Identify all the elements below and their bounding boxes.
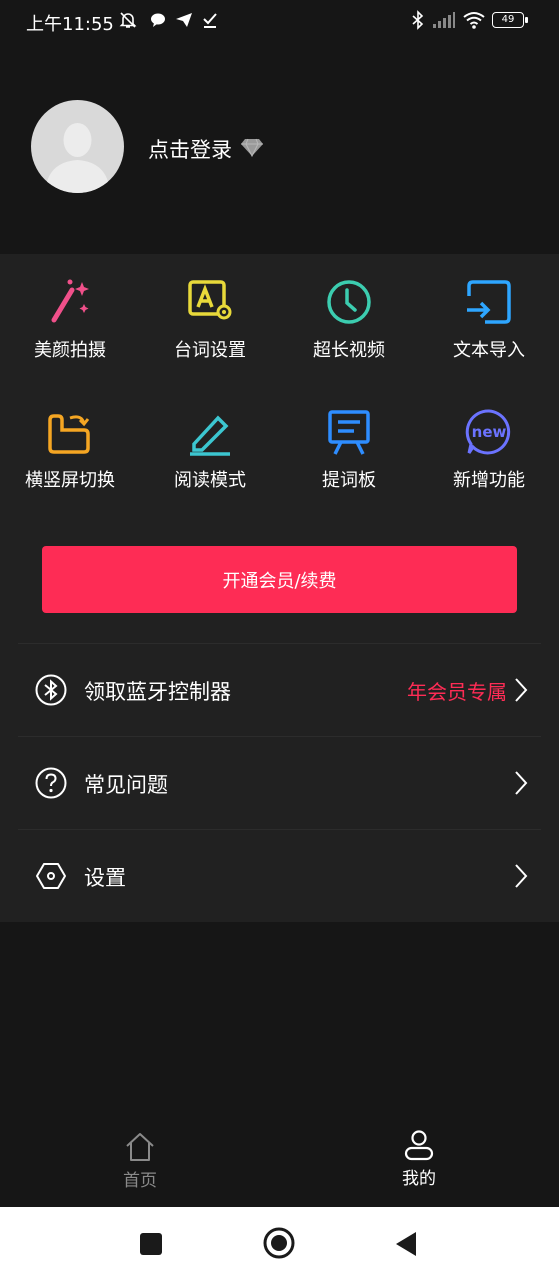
magic-wand-icon — [51, 279, 89, 323]
feature-long-video[interactable]: 超长视频 — [279, 276, 419, 362]
mute-icon — [119, 12, 137, 28]
system-nav-bar — [0, 1207, 559, 1280]
feature-label: 美颜拍摄 — [34, 340, 106, 361]
vip-subscribe-button[interactable]: 开通会员/续费 — [42, 546, 517, 613]
battery-icon: 49 — [492, 12, 528, 28]
signal-icon — [433, 12, 455, 28]
back-icon[interactable] — [394, 1231, 418, 1257]
feature-label: 阅读模式 — [174, 470, 246, 491]
nav-label: 我的 — [402, 1169, 436, 1189]
feature-label: 文本导入 — [453, 340, 525, 361]
chevron-right-icon — [515, 678, 528, 702]
feature-rotate-screen[interactable]: 横竖屏切换 — [0, 406, 140, 492]
new-badge-text: new — [472, 423, 507, 441]
feature-prompter-board[interactable]: 提词板 — [279, 406, 419, 492]
bluetooth-icon — [412, 10, 424, 30]
feature-text-import[interactable]: 文本导入 — [419, 276, 559, 362]
feature-new[interactable]: new 新增功能 — [419, 406, 559, 492]
feature-reading-mode[interactable]: 阅读模式 — [140, 406, 280, 492]
menu-label: 常见问题 — [84, 773, 168, 797]
feature-beauty-camera[interactable]: 美颜拍摄 — [0, 276, 140, 362]
chevron-right-icon — [515, 864, 528, 888]
rotate-screen-icon — [48, 414, 90, 454]
menu-item-bluetooth-controller[interactable]: 领取蓝牙控制器 年会员专属 — [18, 643, 541, 736]
pencil-icon — [190, 415, 230, 456]
diamond-icon — [241, 138, 263, 158]
feature-label: 超长视频 — [313, 340, 385, 361]
feature-label: 提词板 — [322, 470, 376, 491]
menu-item-settings[interactable]: 设置 — [18, 829, 541, 922]
menu-item-faq[interactable]: 常见问题 — [18, 736, 541, 829]
bluetooth-circle-icon — [35, 674, 67, 706]
status-bar: 上午11:55 49 — [0, 0, 559, 44]
clock-icon — [327, 280, 371, 324]
nav-profile[interactable]: 我的 — [359, 1128, 479, 1189]
feature-label: 台词设置 — [174, 340, 246, 361]
question-icon — [35, 767, 67, 799]
nav-home[interactable]: 首页 — [80, 1130, 200, 1191]
member-exclusive-badge: 年会员专属 — [407, 680, 507, 704]
avatar[interactable] — [31, 100, 124, 193]
import-icon — [467, 280, 511, 324]
chat-icon — [151, 13, 165, 27]
feature-label: 新增功能 — [453, 470, 525, 491]
recent-apps-icon[interactable] — [139, 1232, 163, 1256]
new-icon: new — [465, 409, 511, 455]
home-icon — [126, 1133, 154, 1161]
profile-icon — [404, 1130, 434, 1161]
text-settings-icon — [188, 280, 232, 320]
menu-label: 设置 — [84, 866, 126, 890]
feature-script-settings[interactable]: 台词设置 — [140, 276, 280, 362]
login-link[interactable]: 点击登录 — [148, 134, 232, 164]
default-avatar-icon — [45, 123, 110, 193]
feature-label: 横竖屏切换 — [25, 470, 115, 491]
menu-label: 领取蓝牙控制器 — [84, 680, 231, 704]
wifi-icon — [463, 12, 485, 29]
send-icon — [176, 13, 192, 27]
hexagon-settings-icon — [36, 863, 66, 889]
board-icon — [328, 410, 370, 455]
nav-label: 首页 — [123, 1171, 157, 1191]
check-icon — [203, 13, 217, 28]
status-time: 上午11:55 — [26, 14, 114, 35]
home-circle-icon[interactable] — [263, 1227, 295, 1259]
chevron-right-icon — [515, 771, 528, 795]
